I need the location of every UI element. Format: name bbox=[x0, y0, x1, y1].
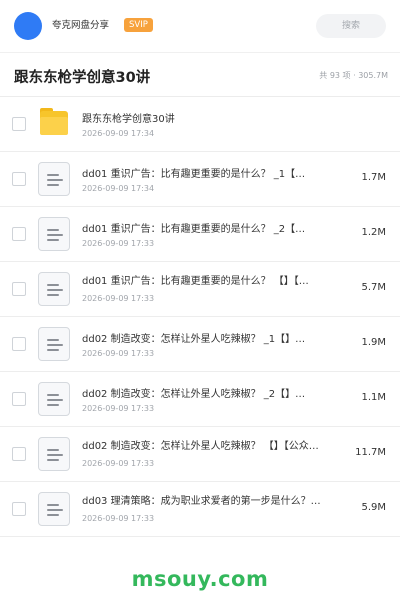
folder-meta: 共 93 项 · 305.7M bbox=[319, 71, 388, 80]
avatar[interactable] bbox=[14, 12, 42, 40]
file-list: 跟东东枪学创意30讲 2026-09-09 17:34 dd01 重识广告：比有… bbox=[0, 97, 400, 537]
watermark: msouy.com bbox=[131, 567, 269, 591]
footer: msouy.com bbox=[0, 548, 400, 600]
select-checkbox[interactable] bbox=[12, 447, 26, 461]
item-size: 1.9M bbox=[361, 337, 386, 348]
select-checkbox[interactable] bbox=[12, 172, 26, 186]
item-size: 1.2M bbox=[361, 227, 386, 238]
item-date: 2026-09-09 17:33 bbox=[82, 514, 155, 523]
select-checkbox[interactable] bbox=[12, 502, 26, 516]
item-date: 2026-09-09 17:33 bbox=[82, 459, 155, 468]
document-icon bbox=[38, 272, 70, 306]
document-icon bbox=[38, 327, 70, 361]
select-checkbox[interactable] bbox=[12, 117, 26, 131]
list-item[interactable]: dd02 制造改变：怎样让外星人吃辣椒？ _2【】… 2026-09-09 17… bbox=[0, 372, 400, 427]
item-date: 2026-09-09 17:33 bbox=[82, 349, 155, 358]
item-size: 1.1M bbox=[361, 392, 386, 403]
item-date: 2026-09-09 17:34 bbox=[82, 129, 155, 138]
item-name: dd01 重识广告：比有趣更重要的是什么？ _2【… bbox=[82, 224, 306, 235]
document-icon bbox=[38, 437, 70, 471]
document-icon bbox=[38, 217, 70, 251]
list-item[interactable]: dd01 重识广告：比有趣更重要的是什么？ 【】【… 2026-09-09 17… bbox=[0, 262, 400, 317]
list-item[interactable]: 跟东东枪学创意30讲 2026-09-09 17:34 bbox=[0, 97, 400, 152]
list-item[interactable]: dd02 制造改变：怎样让外星人吃辣椒？ _1【】… 2026-09-09 17… bbox=[0, 317, 400, 372]
item-date: 2026-09-09 17:33 bbox=[82, 294, 155, 303]
item-name: 跟东东枪学创意30讲 bbox=[82, 114, 175, 125]
document-icon bbox=[38, 492, 70, 526]
item-date: 2026-09-09 17:33 bbox=[82, 404, 155, 413]
select-checkbox[interactable] bbox=[12, 337, 26, 351]
folder-icon bbox=[38, 107, 70, 141]
item-date: 2026-09-09 17:34 bbox=[82, 184, 155, 193]
list-item[interactable]: dd03 理清策略：成为职业求爱者的第一步是什么？… 2026-09-09 17… bbox=[0, 482, 400, 537]
item-size: 5.9M bbox=[361, 502, 386, 513]
item-size: 11.7M bbox=[355, 447, 386, 458]
list-item[interactable]: dd01 重识广告：比有趣更重要的是什么？ _2【… 2026-09-09 17… bbox=[0, 207, 400, 262]
document-icon bbox=[38, 382, 70, 416]
item-name: dd02 制造改变：怎样让外星人吃辣椒？ _2【】… bbox=[82, 389, 306, 400]
folder-title-bar: 跟东东枪学创意30讲 共 93 项 · 305.7M bbox=[0, 52, 400, 97]
page-title: 跟东东枪学创意30讲 bbox=[14, 70, 151, 86]
item-date: 2026-09-09 17:33 bbox=[82, 239, 155, 248]
select-checkbox[interactable] bbox=[12, 227, 26, 241]
document-icon bbox=[38, 162, 70, 196]
item-size: 5.7M bbox=[361, 282, 386, 293]
svip-badge: SVIP bbox=[124, 18, 153, 32]
brand-name: 夸克网盘分享 bbox=[52, 20, 110, 31]
item-name: dd01 重识广告：比有趣更重要的是什么？ 【】【… bbox=[82, 276, 309, 287]
item-size: 1.7M bbox=[361, 172, 386, 183]
item-name: dd03 理清策略：成为职业求爱者的第一步是什么？… bbox=[82, 496, 321, 507]
select-checkbox[interactable] bbox=[12, 392, 26, 406]
item-name: dd02 制造改变：怎样让外星人吃辣椒？ _1【】… bbox=[82, 334, 306, 345]
top-bar: 夸克网盘分享 SVIP 搜索 bbox=[0, 0, 400, 53]
select-checkbox[interactable] bbox=[12, 282, 26, 296]
list-item[interactable]: dd02 制造改变：怎样让外星人吃辣椒？ 【】【公众… 2026-09-09 1… bbox=[0, 427, 400, 482]
item-name: dd02 制造改变：怎样让外星人吃辣椒？ 【】【公众… bbox=[82, 441, 319, 452]
item-name: dd01 重识广告：比有趣更重要的是什么？ _1【… bbox=[82, 169, 306, 180]
search-input[interactable]: 搜索 bbox=[316, 14, 386, 38]
list-item[interactable]: dd01 重识广告：比有趣更重要的是什么？ _1【… 2026-09-09 17… bbox=[0, 152, 400, 207]
